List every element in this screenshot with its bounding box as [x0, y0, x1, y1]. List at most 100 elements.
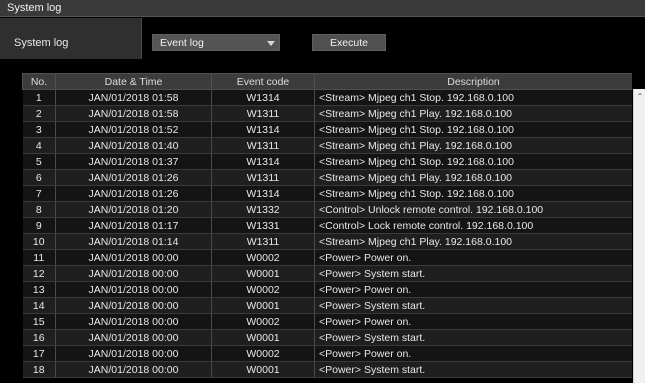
cell-description: <Stream> Mjpeg ch1 Stop. 192.168.0.100: [314, 153, 632, 170]
cell-description: <Power> System start.: [314, 265, 632, 282]
log-table-container: No. Date & Time Event code Description 1…: [22, 73, 632, 383]
panel-title: System log: [0, 0, 645, 17]
cell-date-time: JAN/01/2018 00:00: [55, 361, 212, 378]
cell-description: <Stream> Mjpeg ch1 Play. 192.168.0.100: [314, 137, 632, 154]
log-table: No. Date & Time Event code Description 1…: [22, 73, 632, 378]
cell-no: 16: [22, 329, 56, 346]
table-row: 11 JAN/01/2018 00:00 W0002 <Power> Power on…: [22, 249, 632, 266]
cell-date-time: JAN/01/2018 01:20: [55, 201, 212, 218]
table-row: 10 JAN/01/2018 01:14 W1311 <Stream> Mjpeg c…: [22, 233, 632, 250]
cell-no: 5: [22, 153, 56, 170]
cell-description: <Stream> Mjpeg ch1 Play. 192.168.0.100: [314, 233, 632, 250]
cell-event-code: W1311: [211, 137, 315, 154]
cell-event-code: W1311: [211, 169, 315, 186]
cell-event-code: W1314: [211, 153, 315, 170]
chevron-down-icon: [267, 41, 275, 46]
cell-event-code: W1311: [211, 233, 315, 250]
table-row: 6 JAN/01/2018 01:26 W1311 <Stream> Mjpeg ch…: [22, 169, 632, 186]
chevron-up-icon[interactable]: ⌃: [636, 93, 644, 101]
cell-description: <Stream> Mjpeg ch1 Stop. 192.168.0.100: [314, 185, 632, 202]
table-row: 14 JAN/01/2018 00:00 W0001 <Power> System s…: [22, 297, 632, 314]
cell-description: <Power> System start.: [314, 297, 632, 314]
cell-date-time: JAN/01/2018 01:26: [55, 169, 212, 186]
log-type-select[interactable]: Event log: [152, 34, 280, 51]
cell-date-time: JAN/01/2018 00:00: [55, 313, 212, 330]
cell-date-time: JAN/01/2018 00:00: [55, 249, 212, 266]
table-row: 2 JAN/01/2018 01:58 W1311 <Stream> Mjpeg ch…: [22, 105, 632, 122]
cell-event-code: W1314: [211, 121, 315, 138]
cell-event-code: W0002: [211, 313, 315, 330]
table-row: 17 JAN/01/2018 00:00 W0002 <Power> Power on…: [22, 345, 632, 362]
cell-description: <Power> System start.: [314, 329, 632, 346]
log-controls: System log Event log Execute: [0, 18, 645, 59]
table-row: 5 JAN/01/2018 01:37 W1314 <Stream> Mjpeg ch…: [22, 153, 632, 170]
cell-description: <Power> Power on.: [314, 313, 632, 330]
cell-no: 2: [22, 105, 56, 122]
cell-no: 13: [22, 281, 56, 298]
vertical-scrollbar[interactable]: ⌃: [633, 89, 645, 383]
cell-date-time: JAN/01/2018 01:40: [55, 137, 212, 154]
cell-date-time: JAN/01/2018 00:00: [55, 281, 212, 298]
table-row: 1 JAN/01/2018 01:58 W1314 <Stream> Mjpeg ch…: [22, 89, 632, 106]
cell-no: 4: [22, 137, 56, 154]
log-content: No. Date & Time Event code Description 1…: [0, 60, 645, 383]
cell-date-time: JAN/01/2018 01:26: [55, 185, 212, 202]
cell-event-code: W1311: [211, 105, 315, 122]
cell-no: 10: [22, 233, 56, 250]
table-row: 12 JAN/01/2018 00:00 W0001 <Power> System s…: [22, 265, 632, 282]
cell-no: 8: [22, 201, 56, 218]
cell-date-time: JAN/01/2018 01:37: [55, 153, 212, 170]
cell-event-code: W1314: [211, 89, 315, 106]
table-row: 9 JAN/01/2018 01:17 W1331 <Control> Lock re…: [22, 217, 632, 234]
table-row: 8 JAN/01/2018 01:20 W1332 <Control> Unlock …: [22, 201, 632, 218]
cell-event-code: W1314: [211, 185, 315, 202]
header-description: Description: [314, 73, 632, 90]
cell-no: 3: [22, 121, 56, 138]
cell-event-code: W0001: [211, 265, 315, 282]
table-row: 16 JAN/01/2018 00:00 W0001 <Power> System s…: [22, 329, 632, 346]
cell-event-code: W0002: [211, 249, 315, 266]
cell-event-code: W0002: [211, 281, 315, 298]
cell-no: 1: [22, 89, 56, 106]
system-log-label: System log: [14, 37, 69, 49]
execute-button[interactable]: Execute: [312, 34, 386, 51]
table-row: 18 JAN/01/2018 00:00 W0001 <Power> System s…: [22, 361, 632, 378]
cell-description: <Stream> Mjpeg ch1 Play. 192.168.0.100: [314, 169, 632, 186]
label-cell: System log: [0, 18, 142, 59]
cell-date-time: JAN/01/2018 00:00: [55, 297, 212, 314]
cell-description: <Stream> Mjpeg ch1 Stop. 192.168.0.100: [314, 89, 632, 106]
cell-no: 12: [22, 265, 56, 282]
cell-description: <Power> Power on.: [314, 281, 632, 298]
log-type-selected-value: Event log: [160, 37, 204, 49]
cell-event-code: W0002: [211, 345, 315, 362]
cell-no: 18: [22, 361, 56, 378]
cell-description: <Control> Lock remote control. 192.168.0…: [314, 217, 632, 234]
cell-description: <Power> System start.: [314, 361, 632, 378]
table-row: 3 JAN/01/2018 01:52 W1314 <Stream> Mjpeg ch…: [22, 121, 632, 138]
cell-description: <Stream> Mjpeg ch1 Play. 192.168.0.100: [314, 105, 632, 122]
cell-description: <Stream> Mjpeg ch1 Stop. 192.168.0.100: [314, 121, 632, 138]
cell-date-time: JAN/01/2018 00:00: [55, 345, 212, 362]
cell-date-time: JAN/01/2018 00:00: [55, 265, 212, 282]
cell-date-time: JAN/01/2018 01:58: [55, 89, 212, 106]
table-header-row: No. Date & Time Event code Description: [22, 73, 632, 90]
header-date-time: Date & Time: [55, 73, 212, 90]
table-row: 13 JAN/01/2018 00:00 W0002 <Power> Power on…: [22, 281, 632, 298]
table-row: 15 JAN/01/2018 00:00 W0002 <Power> Power on…: [22, 313, 632, 330]
cell-event-code: W1331: [211, 217, 315, 234]
cell-no: 15: [22, 313, 56, 330]
cell-date-time: JAN/01/2018 01:14: [55, 233, 212, 250]
cell-description: <Power> Power on.: [314, 249, 632, 266]
table-row: 7 JAN/01/2018 01:26 W1314 <Stream> Mjpeg ch…: [22, 185, 632, 202]
cell-event-code: W0001: [211, 297, 315, 314]
cell-description: <Control> Unlock remote control. 192.168…: [314, 201, 632, 218]
cell-date-time: JAN/01/2018 01:17: [55, 217, 212, 234]
cell-date-time: JAN/01/2018 00:00: [55, 329, 212, 346]
cell-no: 17: [22, 345, 56, 362]
cell-event-code: W0001: [211, 329, 315, 346]
log-table-body: 1 JAN/01/2018 01:58 W1314 <Stream> Mjpeg ch…: [22, 89, 632, 378]
cell-no: 7: [22, 185, 56, 202]
cell-no: 14: [22, 297, 56, 314]
cell-no: 6: [22, 169, 56, 186]
cell-event-code: W0001: [211, 361, 315, 378]
